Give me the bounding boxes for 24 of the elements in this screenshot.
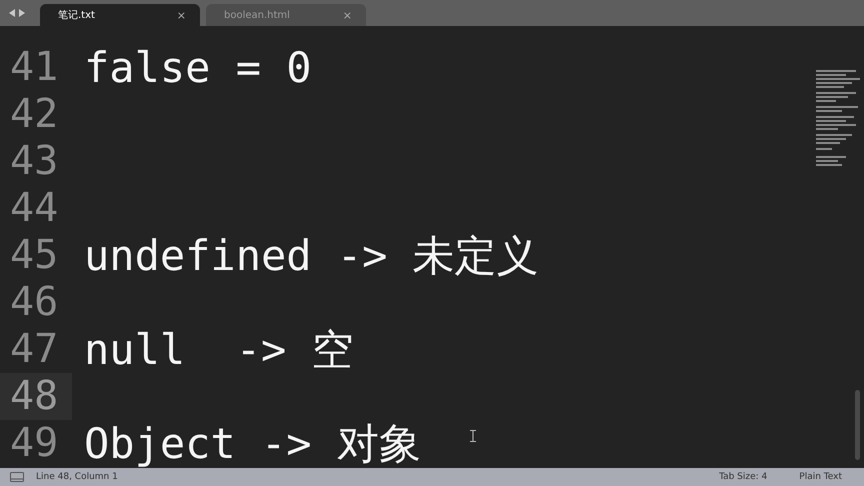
syntax-setting[interactable]: Plain Text (799, 472, 842, 482)
line-number: 47 (9, 326, 60, 373)
code-line: null -> 空 (83, 324, 354, 376)
tab-navigation-arrows-icon[interactable] (8, 8, 26, 18)
line-number: 44 (9, 185, 60, 232)
scrollbar-thumb[interactable] (855, 390, 860, 460)
tab-size-setting[interactable]: Tab Size: 4 (719, 472, 768, 482)
file-tab[interactable]: 笔记.txt × (40, 4, 200, 26)
line-number: 48 (0, 373, 72, 420)
line-number: 46 (9, 279, 60, 326)
line-number: 43 (9, 138, 60, 185)
line-number: 49 (9, 420, 60, 467)
line-number: 45 (9, 232, 60, 279)
code-line: Object -> 对象 (83, 418, 421, 468)
close-icon[interactable]: × (176, 8, 186, 22)
panel-icon[interactable] (10, 472, 24, 482)
file-tab[interactable]: boolean.html × (206, 4, 366, 26)
text-cursor-icon (470, 430, 476, 442)
code-line: false = 0 (83, 43, 312, 92)
line-number: 42 (9, 91, 60, 138)
cursor-position: Line 48, Column 1 (36, 472, 118, 482)
line-number: 41 (9, 44, 60, 91)
close-icon[interactable]: × (342, 8, 352, 22)
code-line: undefined -> 未定义 (83, 230, 539, 282)
